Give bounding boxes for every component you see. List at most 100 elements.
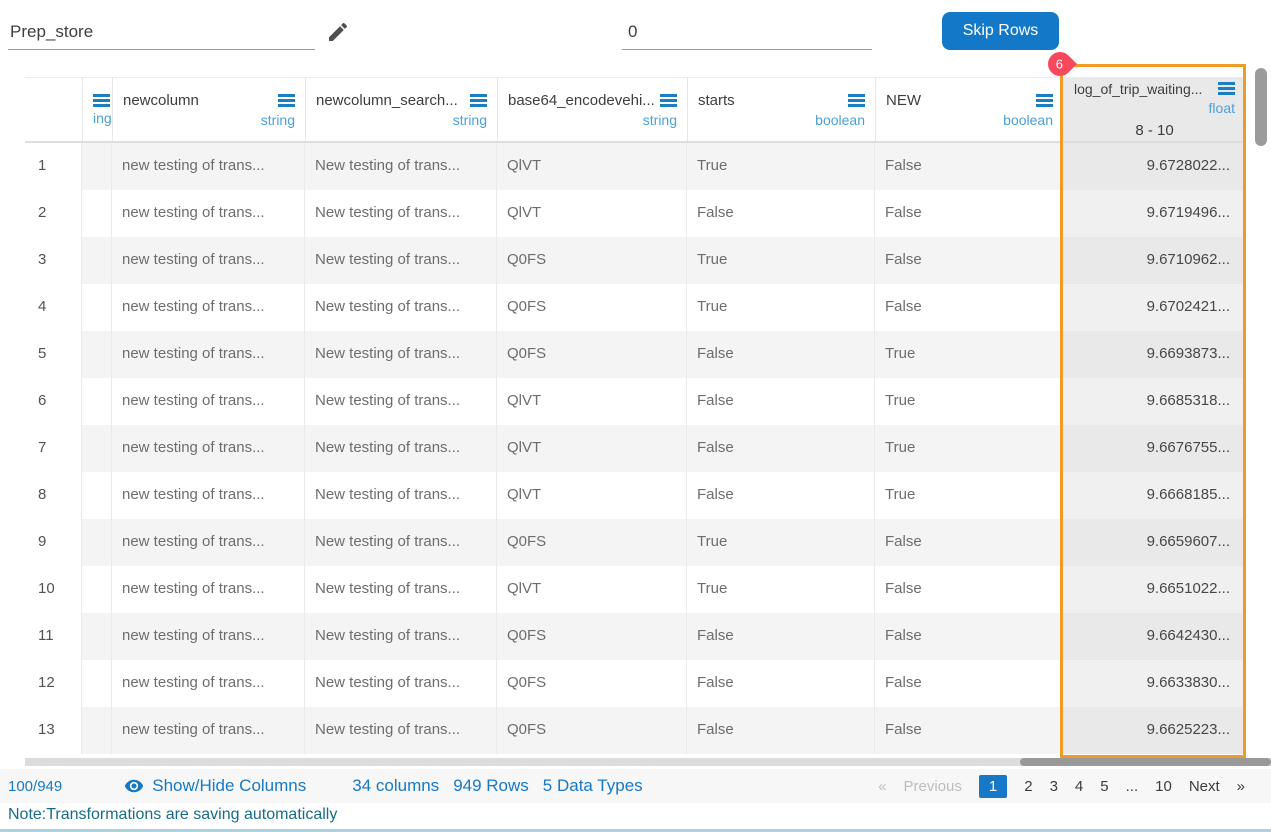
table-cell[interactable] [82, 425, 112, 472]
column-header-newcolumn-search[interactable]: newcolumn_search...string [305, 78, 497, 141]
table-cell[interactable]: QlVT [497, 566, 687, 613]
dataset-name-input[interactable] [8, 14, 315, 50]
table-cell[interactable]: 9.6668185... [1063, 472, 1245, 519]
table-cell[interactable]: new testing of trans... [112, 660, 305, 707]
stat-datatypes[interactable]: 5 Data Types [543, 776, 643, 796]
table-cell[interactable]: New testing of trans... [305, 472, 497, 519]
table-cell[interactable]: New testing of trans... [305, 190, 497, 237]
table-cell[interactable]: False [687, 472, 875, 519]
column-menu-icon[interactable] [470, 94, 487, 107]
table-cell[interactable]: 9.6633830... [1063, 660, 1245, 707]
table-cell[interactable]: new testing of trans... [112, 519, 305, 566]
table-cell[interactable]: New testing of trans... [305, 519, 497, 566]
column-menu-icon[interactable] [1218, 82, 1235, 95]
table-cell[interactable]: 9.6710962... [1063, 237, 1245, 284]
table-cell[interactable]: False [687, 613, 875, 660]
table-cell[interactable]: New testing of trans... [305, 425, 497, 472]
table-cell[interactable]: New testing of trans... [305, 566, 497, 613]
table-cell[interactable]: 9.6651022... [1063, 566, 1245, 613]
table-cell[interactable] [82, 284, 112, 331]
table-cell[interactable] [82, 237, 112, 284]
table-cell[interactable]: 9.6642430... [1063, 613, 1245, 660]
table-cell[interactable]: 9.6685318... [1063, 378, 1245, 425]
table-cell[interactable]: True [687, 237, 875, 284]
column-header-newcolumn[interactable]: newcolumnstring [112, 78, 305, 141]
table-cell[interactable]: new testing of trans... [112, 425, 305, 472]
page-[interactable]: ... [1126, 778, 1139, 795]
table-cell[interactable]: 9.6676755... [1063, 425, 1245, 472]
table-cell[interactable] [82, 331, 112, 378]
table-cell[interactable]: New testing of trans... [305, 660, 497, 707]
table-cell[interactable]: New testing of trans... [305, 143, 497, 190]
table-cell[interactable]: Q0FS [497, 519, 687, 566]
table-cell[interactable]: True [687, 143, 875, 190]
table-cell[interactable]: QlVT [497, 190, 687, 237]
table-cell[interactable]: False [875, 613, 1063, 660]
table-cell[interactable]: New testing of trans... [305, 707, 497, 754]
table-cell[interactable]: new testing of trans... [112, 613, 305, 660]
table-cell[interactable]: False [687, 378, 875, 425]
column-menu-icon[interactable] [660, 94, 677, 107]
table-cell[interactable]: 9.6659607... [1063, 519, 1245, 566]
column-header[interactable]: ing [82, 78, 112, 141]
table-cell[interactable]: QlVT [497, 472, 687, 519]
horizontal-scrollbar-thumb[interactable] [1020, 758, 1271, 766]
table-cell[interactable]: False [875, 143, 1063, 190]
table-cell[interactable]: 9.6719496... [1063, 190, 1245, 237]
column-header-NEW[interactable]: NEWboolean [875, 78, 1063, 141]
table-cell[interactable]: False [687, 331, 875, 378]
table-cell[interactable]: False [875, 237, 1063, 284]
table-cell[interactable]: 9.6728022... [1063, 143, 1245, 190]
table-cell[interactable]: Q0FS [497, 237, 687, 284]
table-cell[interactable]: False [875, 566, 1063, 613]
column-menu-icon[interactable] [278, 94, 295, 107]
table-cell[interactable] [82, 519, 112, 566]
page-2[interactable]: 2 [1024, 778, 1032, 795]
table-cell[interactable]: new testing of trans... [112, 378, 305, 425]
table-cell[interactable]: New testing of trans... [305, 284, 497, 331]
table-cell[interactable] [82, 566, 112, 613]
table-cell[interactable]: Q0FS [497, 660, 687, 707]
table-cell[interactable]: New testing of trans... [305, 331, 497, 378]
table-cell[interactable] [82, 613, 112, 660]
table-cell[interactable]: Q0FS [497, 707, 687, 754]
table-cell[interactable]: New testing of trans... [305, 613, 497, 660]
table-cell[interactable]: False [687, 707, 875, 754]
page-3[interactable]: 3 [1050, 778, 1058, 795]
table-cell[interactable]: False [875, 190, 1063, 237]
page-next[interactable]: Next [1189, 778, 1220, 795]
table-cell[interactable] [82, 378, 112, 425]
page-10[interactable]: 10 [1155, 778, 1172, 795]
table-cell[interactable]: False [687, 190, 875, 237]
table-cell[interactable]: QlVT [497, 378, 687, 425]
table-cell[interactable]: True [687, 519, 875, 566]
table-cell[interactable]: QlVT [497, 425, 687, 472]
table-cell[interactable]: False [687, 660, 875, 707]
table-cell[interactable]: New testing of trans... [305, 378, 497, 425]
table-cell[interactable]: new testing of trans... [112, 331, 305, 378]
table-cell[interactable]: False [875, 519, 1063, 566]
vertical-scrollbar-thumb[interactable] [1255, 68, 1267, 146]
page-4[interactable]: 4 [1075, 778, 1083, 795]
table-cell[interactable]: False [687, 425, 875, 472]
table-cell[interactable]: new testing of trans... [112, 190, 305, 237]
table-cell[interactable] [82, 707, 112, 754]
table-cell[interactable]: True [687, 284, 875, 331]
table-cell[interactable] [82, 143, 112, 190]
table-cell[interactable]: False [875, 660, 1063, 707]
stat-columns[interactable]: 34 columns [352, 776, 439, 796]
page-1[interactable]: 1 [979, 775, 1007, 798]
horizontal-scrollbar-track[interactable] [25, 758, 1271, 766]
table-cell[interactable]: True [875, 425, 1063, 472]
table-cell[interactable]: new testing of trans... [112, 284, 305, 331]
table-cell[interactable]: new testing of trans... [112, 472, 305, 519]
table-cell[interactable]: False [875, 284, 1063, 331]
column-header-base64-encodevehi[interactable]: base64_encodevehi...string [497, 78, 687, 141]
table-cell[interactable] [82, 472, 112, 519]
page-[interactable]: » [1237, 778, 1245, 795]
skip-rows-input[interactable] [622, 14, 872, 50]
table-cell[interactable]: new testing of trans... [112, 143, 305, 190]
stat-rows[interactable]: 949 Rows [453, 776, 529, 796]
page-5[interactable]: 5 [1100, 778, 1108, 795]
skip-rows-button[interactable]: Skip Rows [942, 12, 1059, 50]
